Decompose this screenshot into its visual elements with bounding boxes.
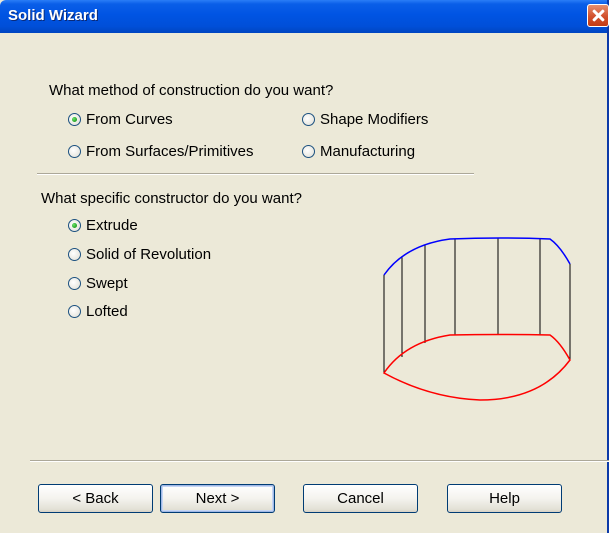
radio-label: From Surfaces/Primitives bbox=[86, 143, 254, 160]
radio-shape-modifiers[interactable]: Shape Modifiers bbox=[302, 111, 428, 128]
help-button[interactable]: Help bbox=[447, 484, 562, 513]
radio-from-curves[interactable]: From Curves bbox=[68, 111, 173, 128]
radio-label: Shape Modifiers bbox=[320, 111, 429, 128]
constructor-question: What specific constructor do you want? bbox=[41, 190, 302, 207]
radio-label: Manufacturing bbox=[320, 143, 416, 160]
radio-unchecked-icon bbox=[302, 113, 315, 126]
radio-label: Lofted bbox=[86, 303, 128, 320]
method-question: What method of construction do you want? bbox=[49, 82, 334, 99]
cancel-button[interactable]: Cancel bbox=[303, 484, 418, 513]
radio-solid-of-revolution[interactable]: Solid of Revolution bbox=[68, 246, 211, 263]
radio-lofted[interactable]: Lofted bbox=[68, 303, 128, 320]
close-icon[interactable] bbox=[587, 4, 609, 27]
radio-from-surfaces-primitives[interactable]: From Surfaces/Primitives bbox=[68, 143, 254, 160]
radio-label: Solid of Revolution bbox=[86, 246, 212, 263]
radio-label: Swept bbox=[86, 275, 128, 292]
extrude-preview-image bbox=[382, 237, 571, 401]
radio-label: Extrude bbox=[86, 217, 138, 234]
radio-label: From Curves bbox=[86, 111, 173, 128]
next-button[interactable]: Next > bbox=[160, 484, 275, 513]
radio-swept[interactable]: Swept bbox=[68, 275, 128, 292]
window-title: Solid Wizard bbox=[8, 7, 98, 24]
button-divider bbox=[30, 460, 609, 462]
radio-unchecked-icon bbox=[68, 248, 81, 261]
radio-unchecked-icon bbox=[68, 277, 81, 290]
solid-wizard-dialog: Solid Wizard What method of construction… bbox=[0, 0, 609, 533]
radio-checked-icon bbox=[68, 219, 81, 232]
title-bar[interactable]: Solid Wizard bbox=[0, 0, 609, 33]
radio-unchecked-icon bbox=[302, 145, 315, 158]
radio-checked-icon bbox=[68, 113, 81, 126]
radio-extrude[interactable]: Extrude bbox=[68, 217, 138, 234]
section-divider bbox=[37, 173, 474, 175]
radio-manufacturing[interactable]: Manufacturing bbox=[302, 143, 415, 160]
back-button[interactable]: < Back bbox=[38, 484, 153, 513]
radio-unchecked-icon bbox=[68, 305, 81, 318]
radio-unchecked-icon bbox=[68, 145, 81, 158]
